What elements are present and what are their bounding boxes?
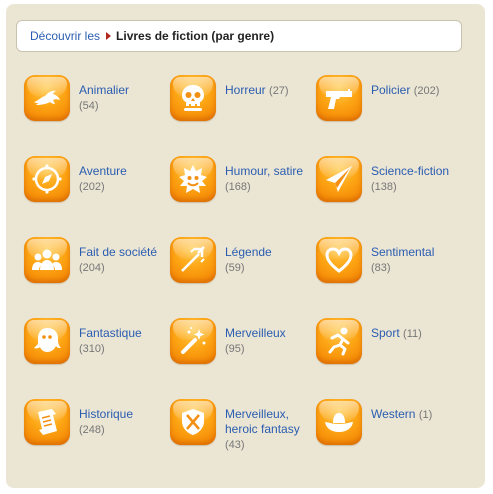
- category-count: (27): [269, 85, 289, 97]
- jester-icon: [170, 156, 216, 202]
- breadcrumb-current: Livres de fiction (par genre): [116, 29, 275, 43]
- category-label: Historique: [79, 407, 134, 421]
- category-sport[interactable]: Sport (11): [316, 318, 456, 388]
- scroll-icon: [24, 399, 70, 445]
- skull-icon: [170, 75, 216, 121]
- category-sentimental[interactable]: Sentimental (83): [316, 237, 456, 307]
- heart-icon: [316, 237, 362, 283]
- cowboy-hat-icon: [316, 399, 362, 445]
- category-label: Légende: [225, 245, 272, 259]
- category-label: Humour, satire: [225, 164, 304, 178]
- category-count: (202): [79, 181, 105, 193]
- category-label: Animalier: [79, 83, 130, 97]
- category-animalier[interactable]: Animalier (54): [24, 75, 164, 145]
- category-label: Sport: [371, 326, 400, 340]
- shield-swords-icon: [170, 399, 216, 445]
- category-label: Fait de société: [79, 245, 158, 259]
- category-count: (138): [371, 181, 397, 193]
- category-label: Fantastique: [79, 326, 142, 340]
- category-count: (310): [79, 343, 105, 355]
- spaceship-icon: [316, 156, 362, 202]
- category-humour-satire[interactable]: Humour, satire (168): [170, 156, 310, 226]
- category-fait-de-societe[interactable]: Fait de société (204): [24, 237, 164, 307]
- breadcrumb-arrow-icon: [106, 32, 112, 40]
- category-count: (168): [225, 181, 251, 193]
- category-label: Merveilleux: [225, 326, 286, 340]
- breadcrumb-link[interactable]: Découvrir les: [30, 29, 100, 43]
- category-count: (1): [418, 409, 433, 421]
- dolphin-icon: [24, 75, 70, 121]
- category-policier[interactable]: Policier (202): [316, 75, 456, 145]
- runner-icon: [316, 318, 362, 364]
- people-icon: [24, 237, 70, 283]
- gun-icon: [316, 75, 362, 121]
- compass-icon: [24, 156, 70, 202]
- category-heroic-fantasy[interactable]: Merveilleux, heroic fantasy (43): [170, 399, 310, 469]
- category-label: Sentimental: [371, 245, 435, 259]
- category-count: (204): [79, 262, 105, 274]
- category-label: Western: [371, 407, 416, 421]
- category-horreur[interactable]: Horreur (27): [170, 75, 310, 145]
- category-count: (59): [225, 262, 245, 274]
- category-count: (43): [225, 439, 245, 451]
- category-label: Horreur: [225, 83, 266, 97]
- category-count: (248): [79, 424, 105, 436]
- category-science-fiction[interactable]: Science-fiction (138): [316, 156, 456, 226]
- category-count: (83): [371, 262, 391, 274]
- category-count: (95): [225, 343, 245, 355]
- category-count: (202): [413, 85, 440, 97]
- trident-icon: [170, 237, 216, 283]
- category-historique[interactable]: Historique (248): [24, 399, 164, 469]
- category-legende[interactable]: Légende (59): [170, 237, 310, 307]
- category-aventure[interactable]: Aventure (202): [24, 156, 164, 226]
- category-fantastique[interactable]: Fantastique (310): [24, 318, 164, 388]
- ghost-icon: [24, 318, 70, 364]
- category-label: Science-fiction: [371, 164, 450, 178]
- category-count: (11): [403, 328, 422, 340]
- magic-wand-icon: [170, 318, 216, 364]
- category-count: (54): [79, 100, 99, 112]
- category-western[interactable]: Western (1): [316, 399, 456, 469]
- category-label: Merveilleux, heroic fantasy: [225, 407, 300, 436]
- breadcrumb: Découvrir les Livres de fiction (par gen…: [16, 20, 462, 52]
- category-label: Aventure: [79, 164, 127, 178]
- category-merveilleux[interactable]: Merveilleux (95): [170, 318, 310, 388]
- category-label: Policier: [371, 83, 411, 97]
